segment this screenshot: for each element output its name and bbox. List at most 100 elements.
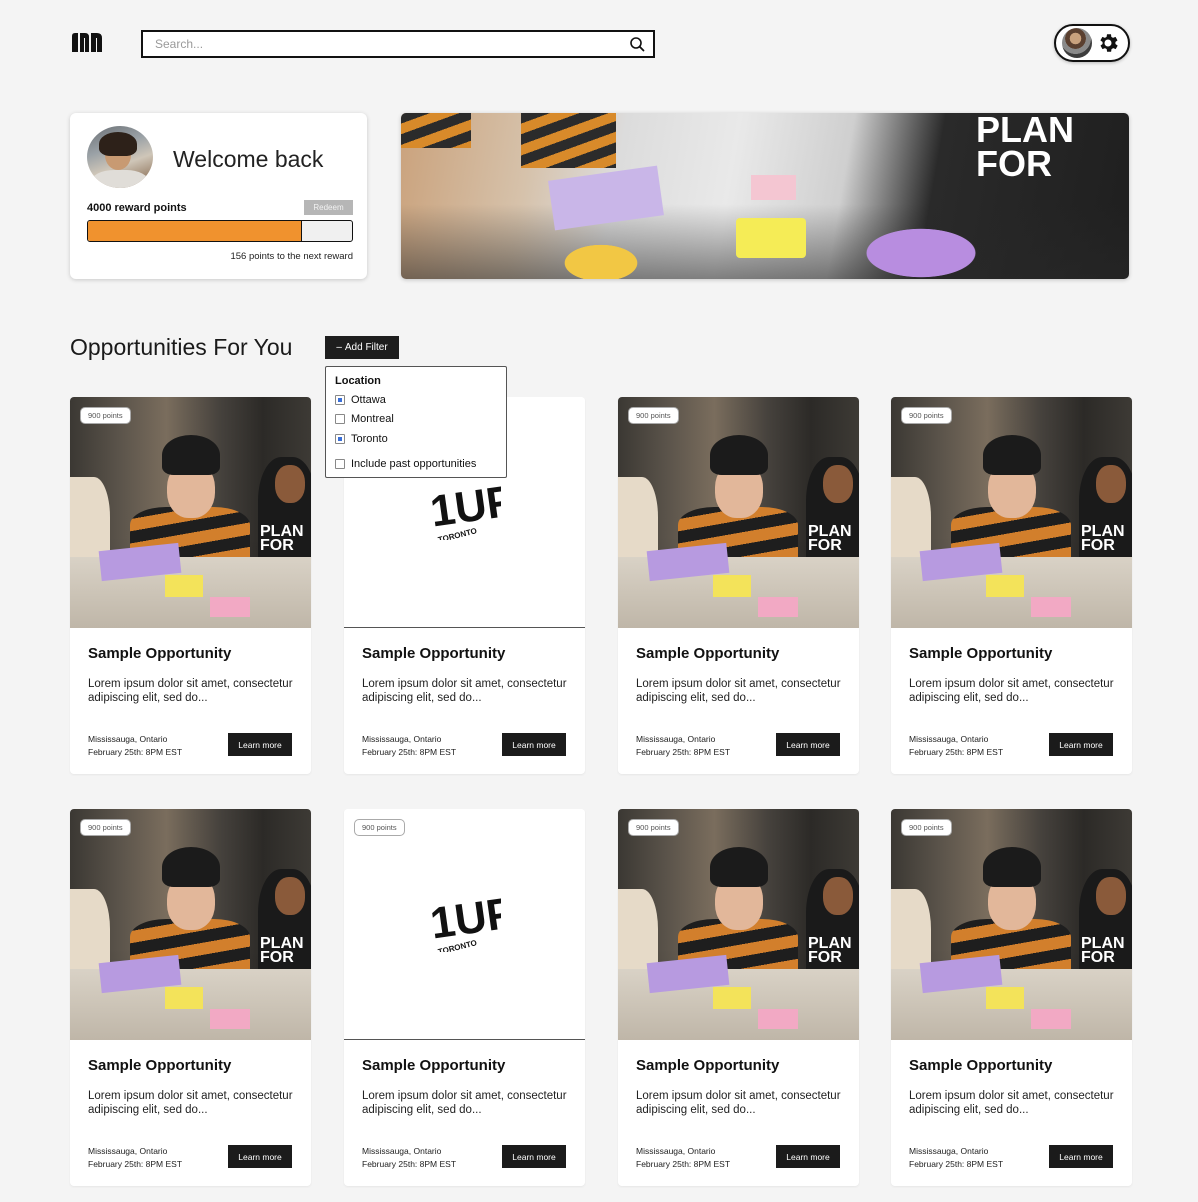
learn-more-button[interactable]: Learn more	[776, 1145, 840, 1168]
card-shirt-text: PLAN FOR	[1081, 523, 1125, 554]
filter-dropdown: Location Ottawa Montreal Toronto Include…	[325, 366, 507, 478]
checkbox[interactable]	[335, 394, 345, 405]
filter-option-ottawa[interactable]: Ottawa	[335, 390, 497, 410]
banner-shirt-text: PLAN FOR	[976, 113, 1074, 184]
card-location: Mississauga, Ontario	[636, 1146, 716, 1156]
profile-menu[interactable]	[1054, 24, 1130, 62]
filter-option-montreal[interactable]: Montreal	[335, 410, 497, 430]
opportunity-card[interactable]: PLAN FOR 900 points Sample Opportunity Lor…	[891, 809, 1132, 1186]
avatar[interactable]	[1062, 28, 1092, 58]
next-reward-text: 156 points to the next reward	[230, 251, 353, 262]
card-photo: PLAN FOR	[891, 809, 1132, 1040]
checkbox[interactable]	[335, 459, 345, 470]
points-badge: 900 points	[901, 407, 952, 424]
card-location: Mississauga, Ontario	[88, 734, 168, 744]
1up-toronto-logo-icon: 1UP TORONTO	[429, 482, 501, 540]
reward-points-label: 4000 reward points	[87, 202, 187, 214]
card-date: February 25th: 8PM EST	[909, 1159, 1004, 1169]
add-filter-button[interactable]: – Add Filter	[325, 336, 399, 359]
1up-toronto-logo-icon: 1UP TORONTO	[429, 894, 501, 952]
reward-progress-fill	[88, 221, 302, 241]
card-description: Lorem ipsum dolor sit amet, consectetur …	[636, 1090, 841, 1116]
welcome-card: Welcome back 4000 reward points Redeem 1…	[70, 113, 367, 279]
section-title: Opportunities For You	[70, 334, 293, 360]
checkbox[interactable]	[335, 414, 345, 425]
hero-banner-image: PLAN FOR	[401, 113, 1129, 279]
card-logo-image: 1UP TORONTO	[344, 809, 585, 1040]
opportunity-card[interactable]: PLAN FOR 900 points Sample Opportunity Lor…	[70, 809, 311, 1186]
card-date: February 25th: 8PM EST	[636, 1159, 731, 1169]
learn-more-button[interactable]: Learn more	[502, 733, 566, 756]
opportunity-card[interactable]: 1UP TORONTO 900 points Sample Opportunity…	[344, 809, 585, 1186]
card-date: February 25th: 8PM EST	[88, 1159, 183, 1169]
points-badge: 900 points	[80, 407, 131, 424]
profile-avatar	[87, 126, 153, 188]
card-shirt-text: PLAN FOR	[1081, 935, 1125, 966]
card-description: Lorem ipsum dolor sit amet, consectetur …	[362, 1090, 567, 1116]
card-date: February 25th: 8PM EST	[362, 1159, 457, 1169]
card-title: Sample Opportunity	[636, 645, 780, 662]
learn-more-button[interactable]: Learn more	[228, 733, 292, 756]
card-title: Sample Opportunity	[636, 1057, 780, 1074]
card-description: Lorem ipsum dolor sit amet, consectetur …	[636, 678, 841, 704]
learn-more-button[interactable]: Learn more	[1049, 733, 1113, 756]
card-location-date: Mississauga, Ontario February 25th: 8PM …	[88, 733, 182, 759]
card-shirt-text: PLAN FOR	[260, 935, 304, 966]
learn-more-button[interactable]: Learn more	[502, 1145, 566, 1168]
filter-option-toronto[interactable]: Toronto	[335, 429, 497, 449]
card-date: February 25th: 8PM EST	[362, 747, 457, 757]
points-badge: 900 points	[80, 819, 131, 836]
filter-option-include-past[interactable]: Include past opportunities	[335, 455, 497, 475]
search-bar[interactable]	[141, 30, 655, 58]
card-location-date: Mississauga, Ontario February 25th: 8PM …	[636, 733, 730, 759]
opportunity-card[interactable]: PLAN FOR 900 points Sample Opportunity Lor…	[618, 397, 859, 774]
learn-more-button[interactable]: Learn more	[776, 733, 840, 756]
opportunity-card[interactable]: PLAN FOR 900 points Sample Opportunity Lor…	[70, 397, 311, 774]
reward-progress-bar	[87, 220, 353, 242]
card-title: Sample Opportunity	[362, 1057, 506, 1074]
card-description: Lorem ipsum dolor sit amet, consectetur …	[909, 1090, 1114, 1116]
card-photo: PLAN FOR	[618, 809, 859, 1040]
gear-icon[interactable]	[1096, 31, 1120, 55]
learn-more-button[interactable]: Learn more	[228, 1145, 292, 1168]
checkbox[interactable]	[335, 433, 345, 444]
card-location: Mississauga, Ontario	[88, 1146, 168, 1156]
add-filter-label: Add Filter	[344, 342, 388, 353]
card-location-date: Mississauga, Ontario February 25th: 8PM …	[636, 1145, 730, 1171]
card-date: February 25th: 8PM EST	[636, 747, 731, 757]
card-description: Lorem ipsum dolor sit amet, consectetur …	[88, 1090, 293, 1116]
filter-heading: Location	[335, 375, 381, 387]
card-shirt-text: PLAN FOR	[260, 523, 304, 554]
card-title: Sample Opportunity	[88, 645, 232, 662]
card-shirt-text: PLAN FOR	[808, 935, 852, 966]
card-title: Sample Opportunity	[909, 1057, 1053, 1074]
card-description: Lorem ipsum dolor sit amet, consectetur …	[909, 678, 1114, 704]
redeem-button[interactable]: Redeem	[304, 200, 353, 215]
card-photo: PLAN FOR	[891, 397, 1132, 628]
card-description: Lorem ipsum dolor sit amet, consectetur …	[362, 678, 567, 704]
card-description: Lorem ipsum dolor sit amet, consectetur …	[88, 678, 293, 704]
card-location: Mississauga, Ontario	[636, 734, 716, 744]
card-location-date: Mississauga, Ontario February 25th: 8PM …	[909, 1145, 1003, 1171]
minus-icon: –	[336, 342, 342, 353]
card-photo: PLAN FOR	[618, 397, 859, 628]
points-badge: 900 points	[901, 819, 952, 836]
search-input[interactable]	[155, 37, 629, 51]
card-location: Mississauga, Ontario	[909, 1146, 989, 1156]
card-title: Sample Opportunity	[88, 1057, 232, 1074]
card-photo: PLAN FOR	[70, 809, 311, 1040]
opportunity-card[interactable]: PLAN FOR 900 points Sample Opportunity Lor…	[618, 809, 859, 1186]
card-location-date: Mississauga, Ontario February 25th: 8PM …	[362, 1145, 456, 1171]
welcome-title: Welcome back	[173, 146, 324, 172]
learn-more-button[interactable]: Learn more	[1049, 1145, 1113, 1168]
card-photo: PLAN FOR	[70, 397, 311, 628]
card-date: February 25th: 8PM EST	[909, 747, 1004, 757]
search-icon[interactable]	[629, 36, 645, 52]
opportunity-card[interactable]: PLAN FOR 900 points Sample Opportunity Lor…	[891, 397, 1132, 774]
card-location: Mississauga, Ontario	[909, 734, 989, 744]
card-title: Sample Opportunity	[362, 645, 506, 662]
card-location-date: Mississauga, Ontario February 25th: 8PM …	[88, 1145, 182, 1171]
app-logo-icon[interactable]	[72, 33, 102, 52]
points-badge: 900 points	[354, 819, 405, 836]
card-location-date: Mississauga, Ontario February 25th: 8PM …	[909, 733, 1003, 759]
